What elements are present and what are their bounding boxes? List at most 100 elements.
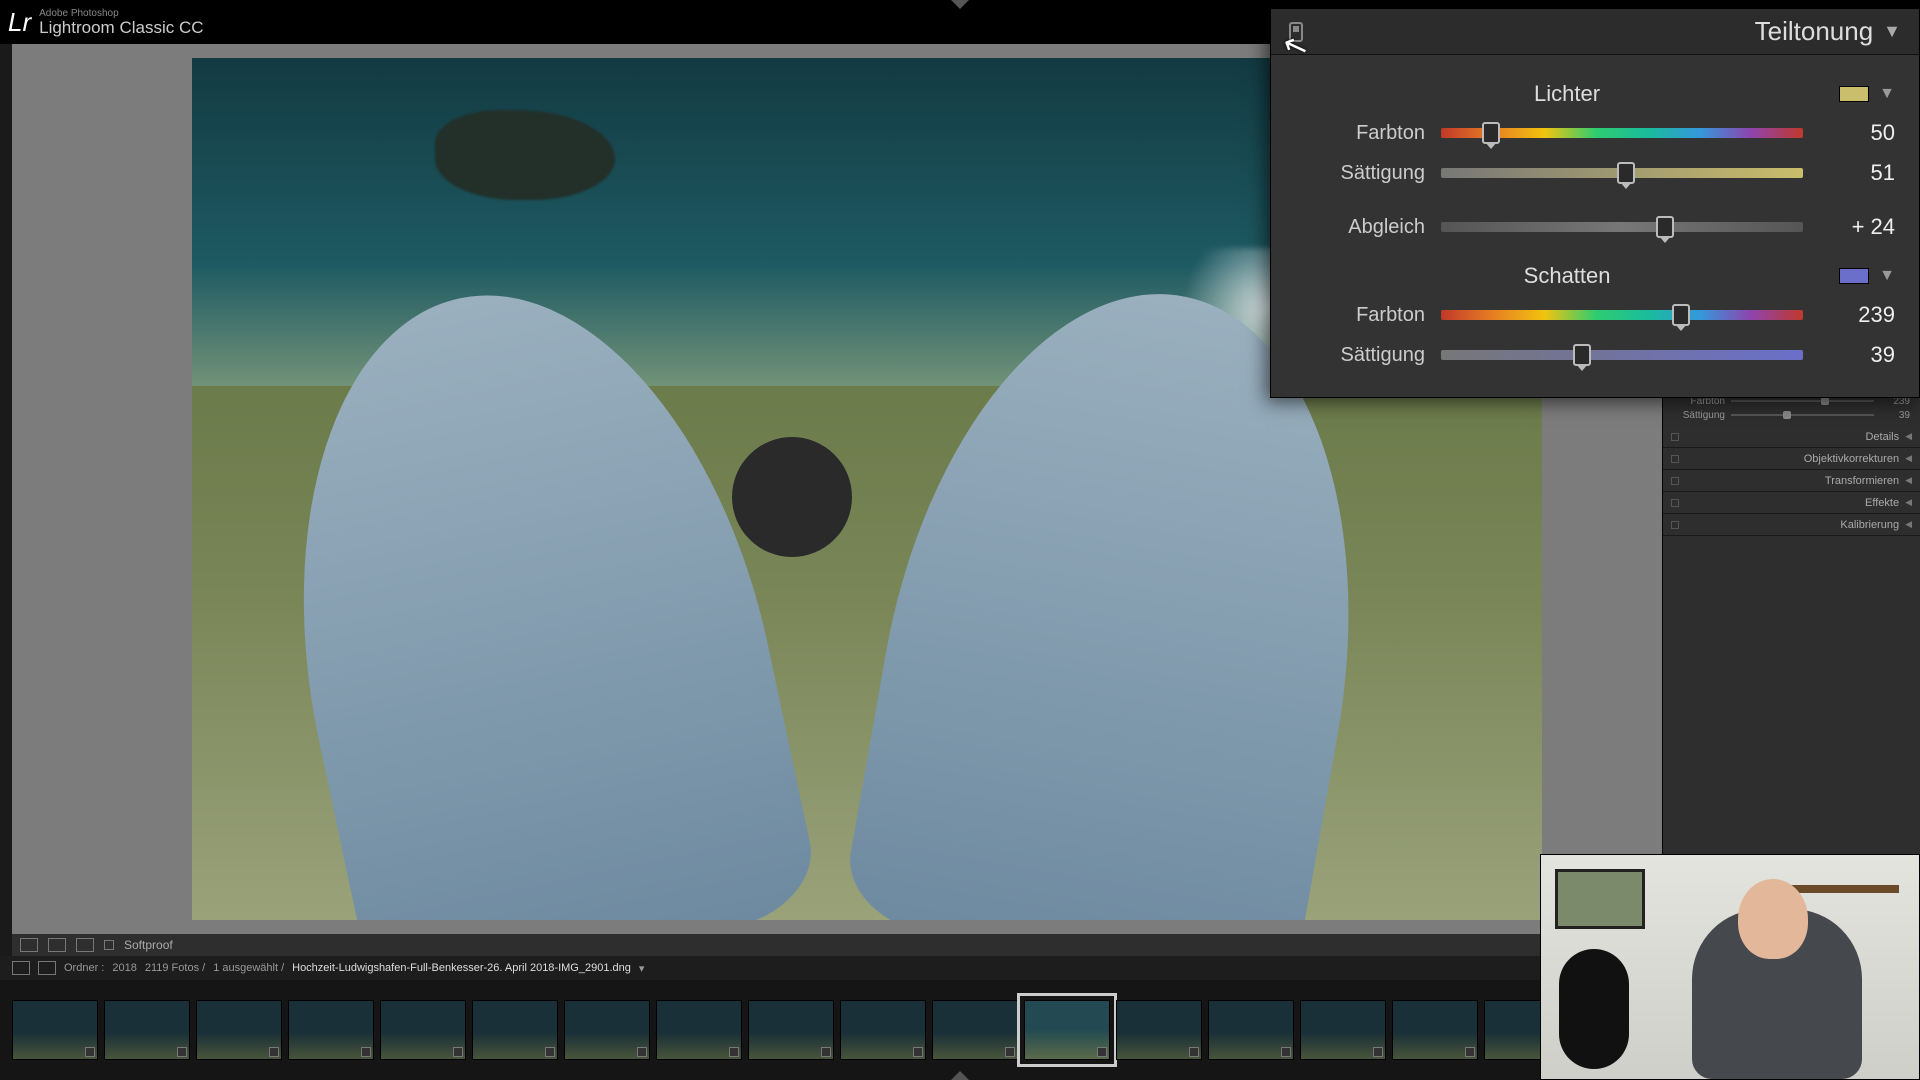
collapsed-panel-objektivkorrekturen[interactable]: Objektivkorrekturen ◀: [1663, 448, 1920, 470]
panel-collapse-top-icon[interactable]: [951, 0, 969, 9]
mini-sat-thumb[interactable]: [1783, 411, 1791, 419]
filmstrip-thumb[interactable]: [196, 1000, 282, 1060]
filmstrip-thumb[interactable]: [1208, 1000, 1294, 1060]
highlights-sat-value[interactable]: 51: [1819, 160, 1895, 186]
thumb-badge-icon: [1281, 1047, 1291, 1057]
chevron-left-icon[interactable]: ◀: [1905, 519, 1912, 530]
view-beforeafter-icon[interactable]: [48, 938, 66, 952]
filmstrip-thumb[interactable]: [1392, 1000, 1478, 1060]
path-selected: 1 ausgewählt /: [213, 962, 284, 974]
view-loupe-icon[interactable]: [20, 938, 38, 952]
filmstrip-thumb[interactable]: [932, 1000, 1018, 1060]
path-year[interactable]: 2018: [112, 962, 136, 974]
filmstrip-thumb[interactable]: [288, 1000, 374, 1060]
chevron-down-icon[interactable]: ▼: [1883, 21, 1901, 42]
shadows-hue-thumb[interactable]: [1672, 304, 1690, 326]
chevron-left-icon[interactable]: ◀: [1905, 431, 1912, 442]
shadows-sat-value[interactable]: 39: [1819, 342, 1895, 368]
filmstrip-thumb[interactable]: [12, 1000, 98, 1060]
path-dropdown-icon[interactable]: ▾: [639, 962, 645, 975]
collapsed-panel-effekte[interactable]: Effekte◀: [1663, 492, 1920, 514]
view-grid-icon[interactable]: [76, 938, 94, 952]
filmstrip-thumb[interactable]: [840, 1000, 926, 1060]
mini-hue-thumb[interactable]: [1821, 397, 1829, 405]
path-filename[interactable]: Hochzeit-Ludwigshafen-Full-Benkesser-26.…: [292, 962, 631, 974]
panel-power-switch-icon[interactable]: [1671, 433, 1679, 441]
panel-power-switch-icon[interactable]: [1671, 455, 1679, 463]
path-count: 2119 Fotos /: [145, 962, 205, 974]
webcam-microphone: [1559, 949, 1629, 1069]
shadows-hue-slider[interactable]: [1441, 310, 1803, 320]
balance-label: Abgleich: [1295, 216, 1425, 239]
shadows-header: Schatten ▼: [1295, 263, 1895, 289]
filmstrip-thumb[interactable]: [472, 1000, 558, 1060]
lr-brand: Adobe Photoshop Lightroom Classic CC: [39, 9, 203, 36]
panel-collapse-bottom-icon[interactable]: [951, 1071, 969, 1080]
mini-sat-track[interactable]: [1731, 414, 1874, 416]
chevron-down-icon[interactable]: ▼: [1879, 267, 1895, 285]
shadows-swatch[interactable]: [1839, 268, 1869, 284]
shadows-hue-value[interactable]: 239: [1819, 302, 1895, 328]
highlights-header: Lichter ▼: [1295, 81, 1895, 107]
thumb-badge-icon: [361, 1047, 371, 1057]
panel-power-switch-icon[interactable]: [1671, 477, 1679, 485]
panel-power-switch-icon[interactable]: [1671, 521, 1679, 529]
balance-value[interactable]: + 24: [1819, 214, 1895, 240]
shadows-label: Schatten: [1295, 263, 1839, 289]
thumb-badge-icon: [1373, 1047, 1383, 1057]
mini-sat-label: Sättigung: [1673, 410, 1725, 421]
highlights-sat-thumb[interactable]: [1617, 162, 1635, 184]
mini-sat-value[interactable]: 39: [1880, 410, 1910, 421]
mini-hue-track[interactable]: [1731, 400, 1874, 402]
lr-logo: Lr: [8, 7, 31, 38]
collapsed-panel-transformieren[interactable]: Transformieren ◀: [1663, 470, 1920, 492]
split-toning-panel: Teiltonung ▼ Lichter ▼ Farbton 50 Sättig…: [1270, 8, 1920, 398]
highlights-sat-slider[interactable]: [1441, 168, 1803, 178]
split-toning-header[interactable]: Teiltonung ▼: [1271, 9, 1919, 55]
thumb-badge-icon: [1005, 1047, 1015, 1057]
webcam-shelf: [1789, 885, 1899, 893]
collapsed-panel-label: Objektivkorrekturen: [1804, 453, 1899, 465]
webcam-wall-art: [1555, 869, 1645, 929]
filmstrip-thumb[interactable]: [1300, 1000, 1386, 1060]
filmstrip-thumb[interactable]: [564, 1000, 650, 1060]
highlights-label: Lichter: [1295, 81, 1839, 107]
highlights-hue-value[interactable]: 50: [1819, 120, 1895, 146]
highlights-hue-thumb[interactable]: [1482, 122, 1500, 144]
filmstrip-thumb[interactable]: [1116, 1000, 1202, 1060]
grid-icon[interactable]: [38, 961, 56, 975]
mini-sat-row[interactable]: Sättigung 39: [1673, 408, 1910, 422]
webcam-person-head: [1738, 879, 1808, 959]
thumb-badge-icon: [1189, 1047, 1199, 1057]
balance-slider[interactable]: [1441, 222, 1803, 232]
filmstrip-thumb[interactable]: [748, 1000, 834, 1060]
collapsed-panel-label: Transformieren: [1825, 475, 1899, 487]
chevron-left-icon[interactable]: ◀: [1905, 497, 1912, 508]
thumb-badge-icon: [177, 1047, 187, 1057]
shadows-sat-slider[interactable]: [1441, 350, 1803, 360]
filmstrip-thumb[interactable]: [1024, 1000, 1110, 1060]
thumb-badge-icon: [453, 1047, 463, 1057]
chevron-left-icon[interactable]: ◀: [1905, 453, 1912, 464]
filmstrip-thumb[interactable]: [380, 1000, 466, 1060]
loupe-toolbar: Softproof: [12, 934, 1662, 956]
softproof-checkbox[interactable]: [104, 940, 114, 950]
collapsed-panel-details[interactable]: Details◀: [1663, 426, 1920, 448]
chevron-down-icon[interactable]: ▼: [1879, 85, 1895, 103]
thumb-badge-icon: [729, 1047, 739, 1057]
photo-region-shoe: [732, 437, 852, 557]
balance-thumb[interactable]: [1656, 216, 1674, 238]
collapsed-panel-kalibrierung[interactable]: Kalibrierung◀: [1663, 514, 1920, 536]
thumb-badge-icon: [269, 1047, 279, 1057]
thumb-badge-icon: [821, 1047, 831, 1057]
filmstrip-thumb[interactable]: [656, 1000, 742, 1060]
second-window-icon[interactable]: [12, 961, 30, 975]
highlights-hue-slider[interactable]: [1441, 128, 1803, 138]
chevron-left-icon[interactable]: ◀: [1905, 475, 1912, 486]
filmstrip-thumb[interactable]: [104, 1000, 190, 1060]
panel-power-switch-icon[interactable]: [1289, 22, 1303, 42]
panel-power-switch-icon[interactable]: [1671, 499, 1679, 507]
highlights-sat-row: Sättigung 51: [1295, 153, 1895, 193]
highlights-swatch[interactable]: [1839, 86, 1869, 102]
shadows-sat-thumb[interactable]: [1573, 344, 1591, 366]
